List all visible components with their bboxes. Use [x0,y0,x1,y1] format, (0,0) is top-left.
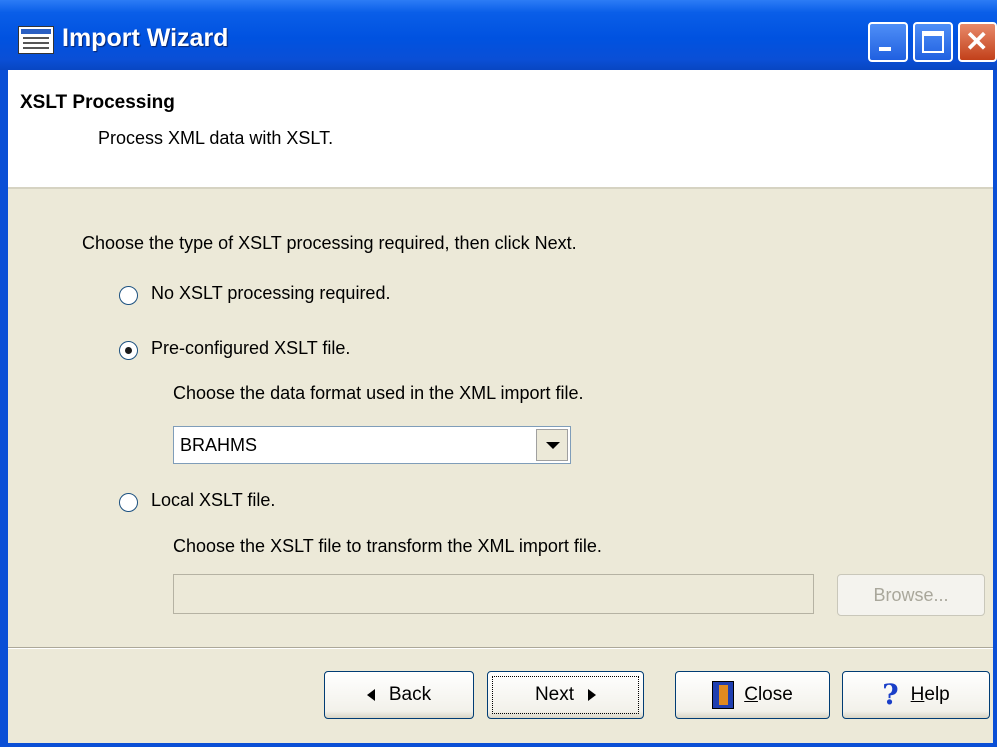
instruction-text: Choose the type of XSLT processing requi… [82,233,577,253]
title-bar[interactable]: Import Wizard ✕ [0,0,997,70]
local-xslt-file-input [173,574,814,614]
maximize-icon [922,31,944,53]
page-title: XSLT Processing [20,92,175,113]
close-button-label: lose [757,684,793,705]
wizard-header: XSLT Processing Process XML data with XS… [8,70,993,189]
import-wizard-window: Import Wizard ✕ XSLT Processing Process … [0,0,997,747]
back-button[interactable]: Back [324,671,474,719]
close-window-button[interactable]: ✕ [958,22,997,62]
back-button-label: Back [388,684,432,705]
close-button[interactable]: Close [675,671,830,719]
help-button-label: elp [924,684,950,706]
close-button-mnemonic: C [744,684,758,705]
window-title: Import Wizard [62,24,229,52]
help-button[interactable]: ? Help [842,671,990,719]
radio-preconfigured-xslt[interactable] [119,341,138,360]
maximize-button[interactable] [913,22,953,62]
page-subtitle: Process XML data with XSLT. [98,128,334,148]
next-button[interactable]: Next [487,671,644,719]
arrow-left-icon [366,688,375,701]
import-wizard-icon [18,26,54,54]
radio-no-xslt-label[interactable]: No XSLT processing required. [151,283,390,304]
data-format-select[interactable]: BRAHMS [173,426,571,464]
data-format-hint: Choose the data format used in the XML i… [173,383,584,403]
radio-preconfigured-xslt-label[interactable]: Pre-configured XSLT file. [151,338,350,359]
focus-rectangle [492,676,639,714]
help-button-mnemonic: H [910,684,925,706]
data-format-select-value: BRAHMS [180,435,258,455]
minimize-button[interactable] [868,22,908,62]
radio-local-xslt[interactable] [119,493,138,512]
footer-divider [8,647,993,649]
radio-local-xslt-label[interactable]: Local XSLT file. [151,490,275,511]
browse-button: Browse... [837,574,985,616]
local-xslt-hint: Choose the XSLT file to transform the XM… [173,536,602,556]
minimize-icon [879,47,891,51]
door-exit-icon [712,680,735,709]
chevron-down-icon[interactable] [536,429,568,461]
close-icon: ✕ [965,26,989,57]
radio-no-xslt[interactable] [119,286,138,305]
question-mark-icon: ? [882,678,899,711]
